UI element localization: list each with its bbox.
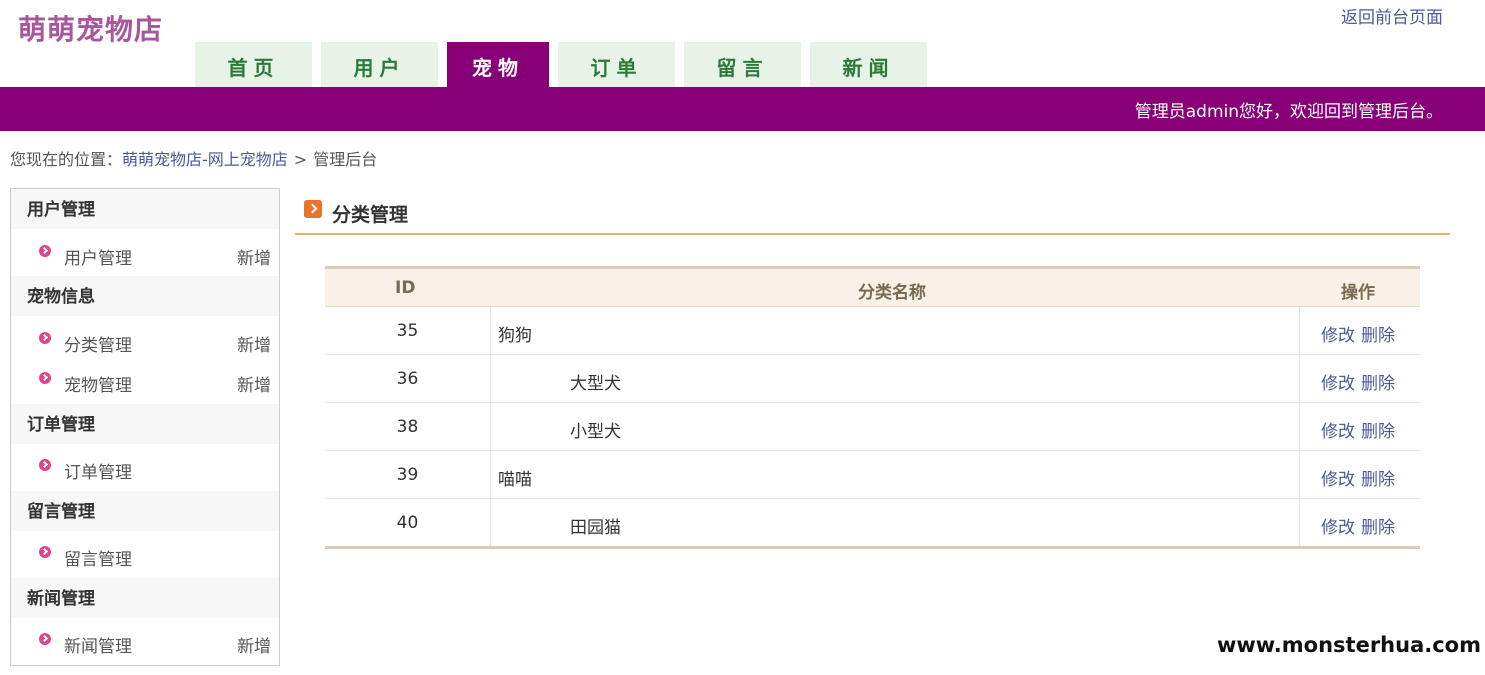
column-divider xyxy=(1299,307,1300,354)
cell-category-name: 喵喵 xyxy=(498,470,532,490)
bullet-icon xyxy=(39,633,51,645)
edit-link[interactable]: 修改 xyxy=(1321,422,1355,442)
sidebar-link-order-manage[interactable]: 订单管理 xyxy=(64,458,132,483)
sidebar-link-message-manage[interactable]: 留言管理 xyxy=(64,545,132,570)
cell-id: 36 xyxy=(396,369,419,389)
table-header: ID 分类名称 操作 xyxy=(325,269,1420,307)
column-divider xyxy=(490,307,491,354)
sidebar-link-user-manage[interactable]: 用户管理 xyxy=(64,244,132,269)
breadcrumb-separator: > xyxy=(293,150,308,169)
table-row: 39 喵喵 修改 删除 xyxy=(325,451,1420,499)
delete-link[interactable]: 删除 xyxy=(1361,518,1395,538)
table-row: 40 田园猫 修改 删除 xyxy=(325,499,1420,546)
table-row: 36 大型犬 修改 删除 xyxy=(325,355,1420,403)
table-row: 35 狗狗 修改 删除 xyxy=(325,307,1420,355)
cell-id: 39 xyxy=(396,465,419,485)
section-arrow-icon xyxy=(304,200,322,218)
cell-category-name: 狗狗 xyxy=(498,326,532,346)
cell-id: 38 xyxy=(396,417,419,437)
section-title: 分类管理 xyxy=(332,204,409,226)
tab-news[interactable]: 新闻 xyxy=(810,42,927,87)
sidebar-item-order-manage: 订单管理 xyxy=(11,447,279,485)
welcome-text: 管理员admin您好，欢迎回到管理后台。 xyxy=(1134,102,1443,122)
cell-category-name: 大型犬 xyxy=(570,374,621,394)
delete-link[interactable]: 删除 xyxy=(1361,470,1395,490)
cell-operations: 修改 删除 xyxy=(1321,465,1395,490)
sidebar-item-message-manage: 留言管理 xyxy=(11,534,279,572)
sidebar-link-pet-manage[interactable]: 宠物管理 xyxy=(64,371,132,396)
sidebar-item-pet-manage: 宠物管理 新增 xyxy=(11,360,279,398)
sidebar-group-messages: 留言管理 xyxy=(11,491,279,531)
column-divider xyxy=(490,451,491,498)
cell-category-name: 田园猫 xyxy=(570,518,621,538)
cell-id: 40 xyxy=(396,513,419,533)
table-row: 38 小型犬 修改 删除 xyxy=(325,403,1420,451)
sidebar-item-category-manage: 分类管理 新增 xyxy=(11,320,279,358)
cell-category-name: 小型犬 xyxy=(570,422,621,442)
return-frontend-link[interactable]: 返回前台页面 xyxy=(1341,3,1443,28)
column-divider xyxy=(1299,355,1300,402)
tab-pets[interactable]: 宠物 xyxy=(447,42,549,87)
sidebar-link-category-manage[interactable]: 分类管理 xyxy=(64,331,132,356)
bullet-icon xyxy=(39,245,51,257)
column-divider xyxy=(490,403,491,450)
edit-link[interactable]: 修改 xyxy=(1321,470,1355,490)
cell-id: 35 xyxy=(396,321,419,341)
breadcrumb-current: 管理后台 xyxy=(313,150,378,169)
column-divider xyxy=(490,499,491,546)
header-id: ID xyxy=(395,278,416,298)
tab-messages[interactable]: 留言 xyxy=(684,42,801,87)
sidebar-add-user[interactable]: 新增 xyxy=(237,244,271,269)
header-operations: 操作 xyxy=(1341,283,1375,303)
sidebar-add-category[interactable]: 新增 xyxy=(237,331,271,356)
sidebar-group-pets: 宠物信息 xyxy=(11,276,279,316)
column-divider xyxy=(1299,451,1300,498)
tab-users[interactable]: 用户 xyxy=(321,42,438,87)
delete-link[interactable]: 删除 xyxy=(1361,422,1395,442)
column-divider xyxy=(1299,403,1300,450)
cell-operations: 修改 删除 xyxy=(1321,417,1395,442)
sidebar-add-news[interactable]: 新增 xyxy=(237,632,271,657)
cell-operations: 修改 删除 xyxy=(1321,369,1395,394)
delete-link[interactable]: 删除 xyxy=(1361,326,1395,346)
watermark-text: www.monsterhua.com xyxy=(1210,631,1481,661)
sidebar: 用户管理 用户管理 新增 宠物信息 分类管理 新增 宠物管理 新增 订单管理 订… xyxy=(10,188,280,666)
bullet-icon xyxy=(39,546,51,558)
edit-link[interactable]: 修改 xyxy=(1321,518,1355,538)
site-logo[interactable]: 萌萌宠物店 xyxy=(18,8,163,48)
sidebar-link-news-manage[interactable]: 新闻管理 xyxy=(64,632,132,657)
tab-orders[interactable]: 订单 xyxy=(558,42,675,87)
cell-operations: 修改 删除 xyxy=(1321,321,1395,346)
bullet-icon xyxy=(39,332,51,344)
breadcrumb: 您现在的位置：萌萌宠物店-网上宠物店 > 管理后台 xyxy=(10,146,377,170)
sidebar-item-news-manage: 新闻管理 新增 xyxy=(11,621,279,659)
sidebar-group-users: 用户管理 xyxy=(11,189,279,229)
breadcrumb-prefix: 您现在的位置： xyxy=(10,150,123,169)
breadcrumb-home-link[interactable]: 萌萌宠物店-网上宠物店 xyxy=(122,150,288,169)
sidebar-add-pet[interactable]: 新增 xyxy=(237,371,271,396)
bullet-icon xyxy=(39,372,51,384)
tab-home[interactable]: 首页 xyxy=(195,42,312,87)
column-divider xyxy=(1299,499,1300,546)
delete-link[interactable]: 删除 xyxy=(1361,374,1395,394)
bullet-icon xyxy=(39,459,51,471)
edit-link[interactable]: 修改 xyxy=(1321,326,1355,346)
section-divider xyxy=(295,233,1450,235)
edit-link[interactable]: 修改 xyxy=(1321,374,1355,394)
sidebar-group-news: 新闻管理 xyxy=(11,578,279,618)
header-category-name: 分类名称 xyxy=(858,283,926,303)
sidebar-group-orders: 订单管理 xyxy=(11,404,279,444)
column-divider xyxy=(490,355,491,402)
cell-operations: 修改 删除 xyxy=(1321,513,1395,538)
sidebar-item-user-manage: 用户管理 新增 xyxy=(11,233,279,271)
category-table: ID 分类名称 操作 35 狗狗 修改 删除 36 大型犬 修改 删除 38 小型犬… xyxy=(325,266,1420,549)
